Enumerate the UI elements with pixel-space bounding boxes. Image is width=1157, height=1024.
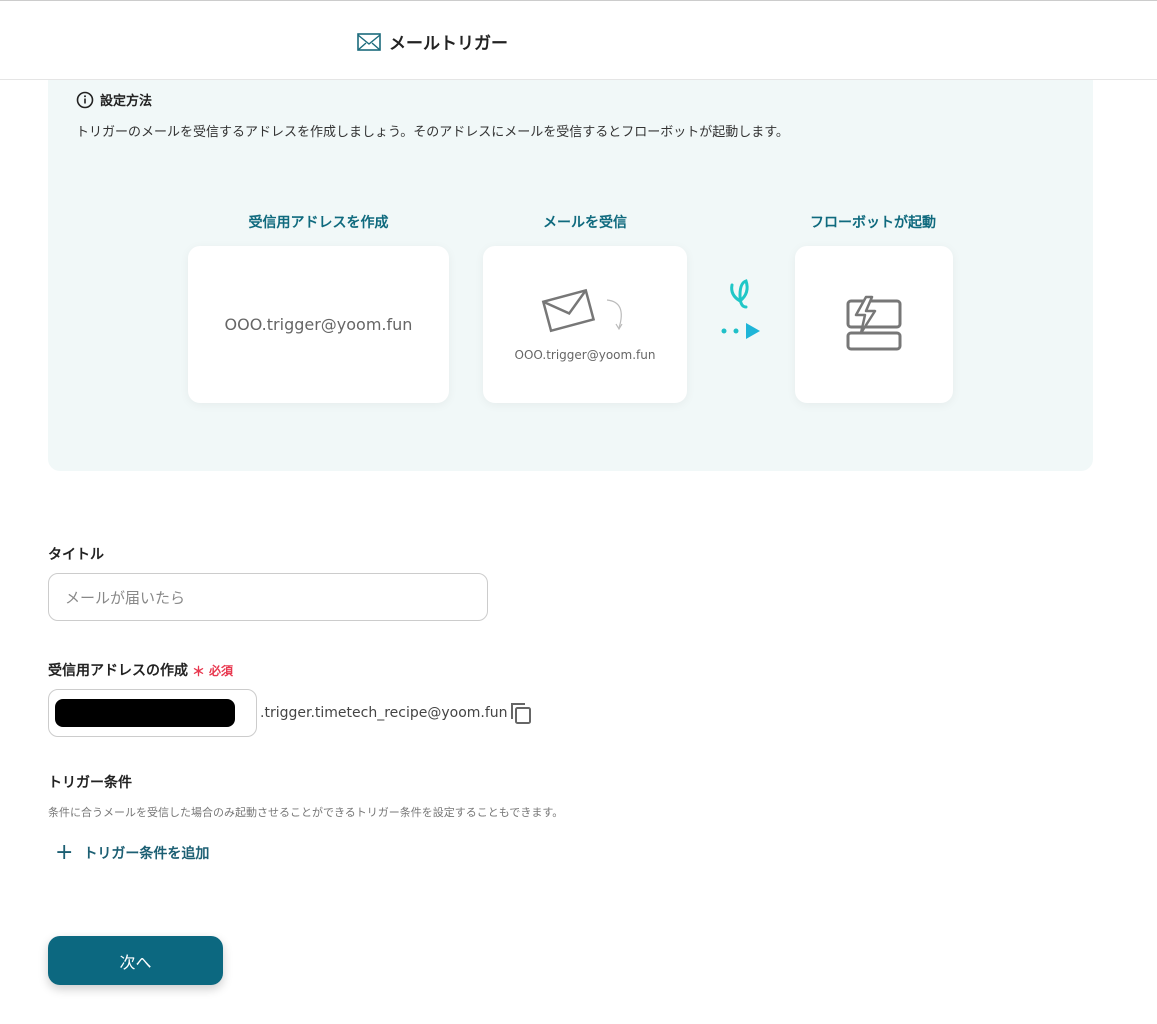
next-button[interactable]: 次へ (48, 936, 223, 985)
redacted-value (55, 699, 235, 727)
flowbot-icon (846, 295, 902, 350)
plus-icon: + (55, 840, 74, 865)
header: メールトリガー (0, 0, 1157, 80)
title-label: タイトル (48, 547, 104, 563)
step-title: 受信用アドレスを作成 (248, 215, 389, 231)
required-badge: 必須 (209, 663, 234, 678)
setup-guide-panel: 設定方法 トリガーのメールを受信するアドレスを作成しましょう。そのアドレスにメー… (48, 80, 1093, 471)
step-card-receive-mail: OOO.trigger@yoom.fun (483, 246, 687, 403)
flow-arrow-icon (721, 279, 760, 339)
required-mark: ＊ (192, 664, 206, 680)
address-label: 受信用アドレスの作成 ＊ 必須 (48, 660, 233, 680)
step-card-create-address: OOO.trigger@yoom.fun (188, 246, 449, 403)
address-prefix-input[interactable] (48, 689, 257, 737)
guide-heading: 設定方法 (76, 90, 152, 109)
step-title: フローボットが起動 (810, 215, 936, 231)
mail-icon (357, 32, 381, 51)
info-icon (76, 91, 94, 108)
title-input[interactable]: メールが届いたら (48, 573, 488, 621)
add-condition-button[interactable]: + トリガー条件を追加 (55, 840, 209, 865)
page-title: メールトリガー (357, 29, 508, 54)
step-title: メールを受信 (543, 215, 627, 231)
guide-description: トリガーのメールを受信するアドレスを作成しましょう。そのアドレスにメールを受信す… (76, 125, 789, 140)
conditions-label: トリガー条件 (48, 775, 132, 791)
address-suffix: .trigger.timetech_recipe@yoom.fun (260, 705, 508, 721)
step-card-flowbot-start (795, 246, 953, 403)
copy-icon[interactable] (509, 701, 533, 725)
envelope-icon (541, 288, 623, 332)
conditions-description: 条件に合うメールを受信した場合のみ起動させることができるトリガー条件を設定するこ… (48, 806, 564, 819)
